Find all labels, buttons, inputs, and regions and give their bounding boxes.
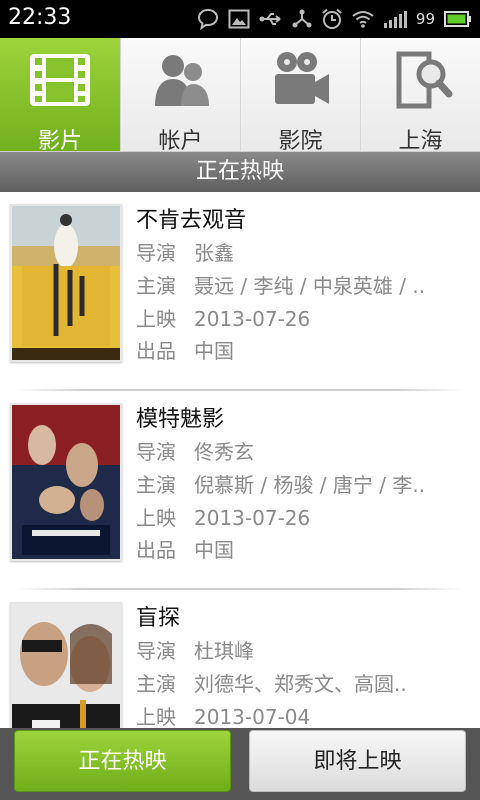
movie-poster	[10, 204, 122, 362]
tab-cinema-label: 影院	[278, 129, 323, 154]
director-label: 导演	[136, 440, 176, 464]
release-label: 上映	[136, 307, 176, 331]
release-value: 2013-07-26	[194, 307, 311, 331]
tab-account-label: 帐户	[158, 129, 203, 154]
poster-image	[12, 604, 120, 728]
release-value: 2013-07-04	[194, 705, 311, 728]
wifi-icon	[352, 11, 374, 28]
movie-item[interactable]: 盲探 导演 杜琪峰 主演 刘德华、郑秀文、高圆.. 上映 2013-07-04	[0, 590, 480, 728]
director-row: 导演 佟秀玄	[136, 436, 254, 465]
account-icon	[155, 55, 209, 106]
top-tab-bar: 影片 帐户 影院 上海	[0, 38, 480, 154]
director-value: 杜琪峰	[194, 639, 254, 663]
movie-title: 模特魅影	[136, 407, 225, 432]
cast-label: 主演	[136, 473, 176, 497]
release-row: 上映 2013-07-26	[136, 502, 310, 531]
cast-label: 主演	[136, 274, 176, 298]
film-icon	[30, 54, 90, 106]
origin-value: 中国	[194, 538, 234, 562]
movie-poster	[10, 602, 122, 728]
coming-soon-button[interactable]: 即将上映	[249, 730, 466, 792]
origin-row: 出品 中国	[136, 335, 234, 364]
cast-value: 倪慕斯 / 杨骏 / 唐宁 / 李..	[194, 473, 426, 497]
release-label: 上映	[136, 705, 176, 728]
battery-icon	[444, 11, 471, 27]
cast-value: 刘德华、郑秀文、高圆..	[194, 672, 407, 696]
director-row: 导演 张鑫	[136, 237, 234, 266]
image-icon	[228, 9, 250, 29]
bottom-bar: 正在热映 即将上映	[0, 728, 480, 800]
release-value: 2013-07-26	[194, 506, 311, 530]
cinema-camera-icon	[275, 52, 329, 104]
tab-movies-label: 影片	[37, 129, 82, 154]
status-bar: 22:33 99	[0, 0, 480, 38]
movie-list[interactable]: 不肯去观音 导演 张鑫 主演 聂远 / 李纯 / 中泉英雄 / .. 上映 2013-…	[0, 192, 480, 728]
release-label: 上映	[136, 506, 176, 530]
tab-city-label: 上海	[398, 129, 443, 154]
poster-image	[12, 405, 120, 559]
status-icons: 99	[197, 7, 472, 31]
alarm-icon	[322, 8, 342, 29]
origin-value: 中国	[194, 339, 234, 363]
cast-row: 主演 聂远 / 李纯 / 中泉英雄 / ..	[136, 270, 425, 299]
movie-title: 不肯去观音	[136, 208, 247, 233]
tab-account[interactable]: 帐户	[120, 38, 240, 154]
tab-cinema[interactable]: 影院	[240, 38, 360, 154]
cast-value: 聂远 / 李纯 / 中泉英雄 / ..	[194, 274, 426, 298]
now-showing-button[interactable]: 正在热映	[14, 730, 231, 792]
origin-label: 出品	[136, 339, 176, 363]
origin-row: 出品 中国	[136, 534, 234, 563]
movie-title: 盲探	[136, 606, 181, 631]
director-label: 导演	[136, 639, 176, 663]
tab-movies[interactable]: 影片	[0, 38, 120, 154]
usb-icon	[259, 13, 281, 25]
cast-row: 主演 刘德华、郑秀文、高圆..	[136, 668, 407, 697]
tab-city[interactable]: 上海	[360, 38, 480, 154]
cast-row: 主演 倪慕斯 / 杨骏 / 唐宁 / 李..	[136, 469, 425, 498]
release-row: 上映 2013-07-26	[136, 303, 310, 332]
director-label: 导演	[136, 241, 176, 265]
origin-label: 出品	[136, 538, 176, 562]
director-value: 张鑫	[194, 241, 234, 265]
battery-percent: 99	[415, 10, 435, 28]
movie-poster	[10, 403, 122, 561]
poster-image	[12, 206, 120, 360]
share-icon	[292, 9, 312, 28]
cast-label: 主演	[136, 672, 176, 696]
chat-bubble-icon	[197, 8, 218, 30]
section-header: 正在热映	[0, 152, 480, 192]
movie-item[interactable]: 不肯去观音 导演 张鑫 主演 聂远 / 李纯 / 中泉英雄 / .. 上映 2013-…	[0, 192, 480, 391]
status-time: 22:33	[8, 5, 72, 30]
movie-item[interactable]: 模特魅影 导演 佟秀玄 主演 倪慕斯 / 杨骏 / 唐宁 / 李.. 上映 2013-…	[0, 391, 480, 590]
release-row: 上映 2013-07-04	[136, 701, 310, 728]
director-value: 佟秀玄	[194, 440, 254, 464]
director-row: 导演 杜琪峰	[136, 635, 254, 664]
location-search-icon	[396, 51, 453, 109]
signal-icon	[383, 11, 407, 28]
